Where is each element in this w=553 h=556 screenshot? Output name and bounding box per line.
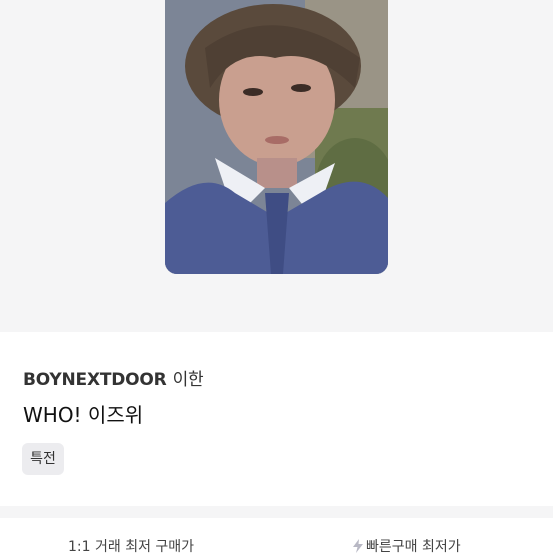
tab-direct-trade-lowest-price[interactable]: 1:1 거래 최저 구매가	[68, 536, 194, 556]
photocard-illustration	[165, 0, 388, 274]
section-divider	[0, 506, 553, 518]
artist-line: BOYNEXTDOOR 이한	[23, 365, 204, 390]
photocard-image[interactable]	[165, 0, 388, 274]
category-tag[interactable]: 특전	[22, 443, 64, 475]
lightning-bolt-icon	[353, 539, 363, 553]
member-name: 이한	[172, 370, 204, 390]
price-tabs: 1:1 거래 최저 구매가 빠른구매 최저가	[0, 518, 553, 556]
product-title: WHO! 이즈위	[23, 403, 144, 427]
group-name: BOYNEXTDOOR	[23, 370, 167, 390]
tab-quick-buy-lowest-price[interactable]: 빠른구매 최저가	[352, 536, 461, 556]
product-image-area	[0, 0, 553, 332]
